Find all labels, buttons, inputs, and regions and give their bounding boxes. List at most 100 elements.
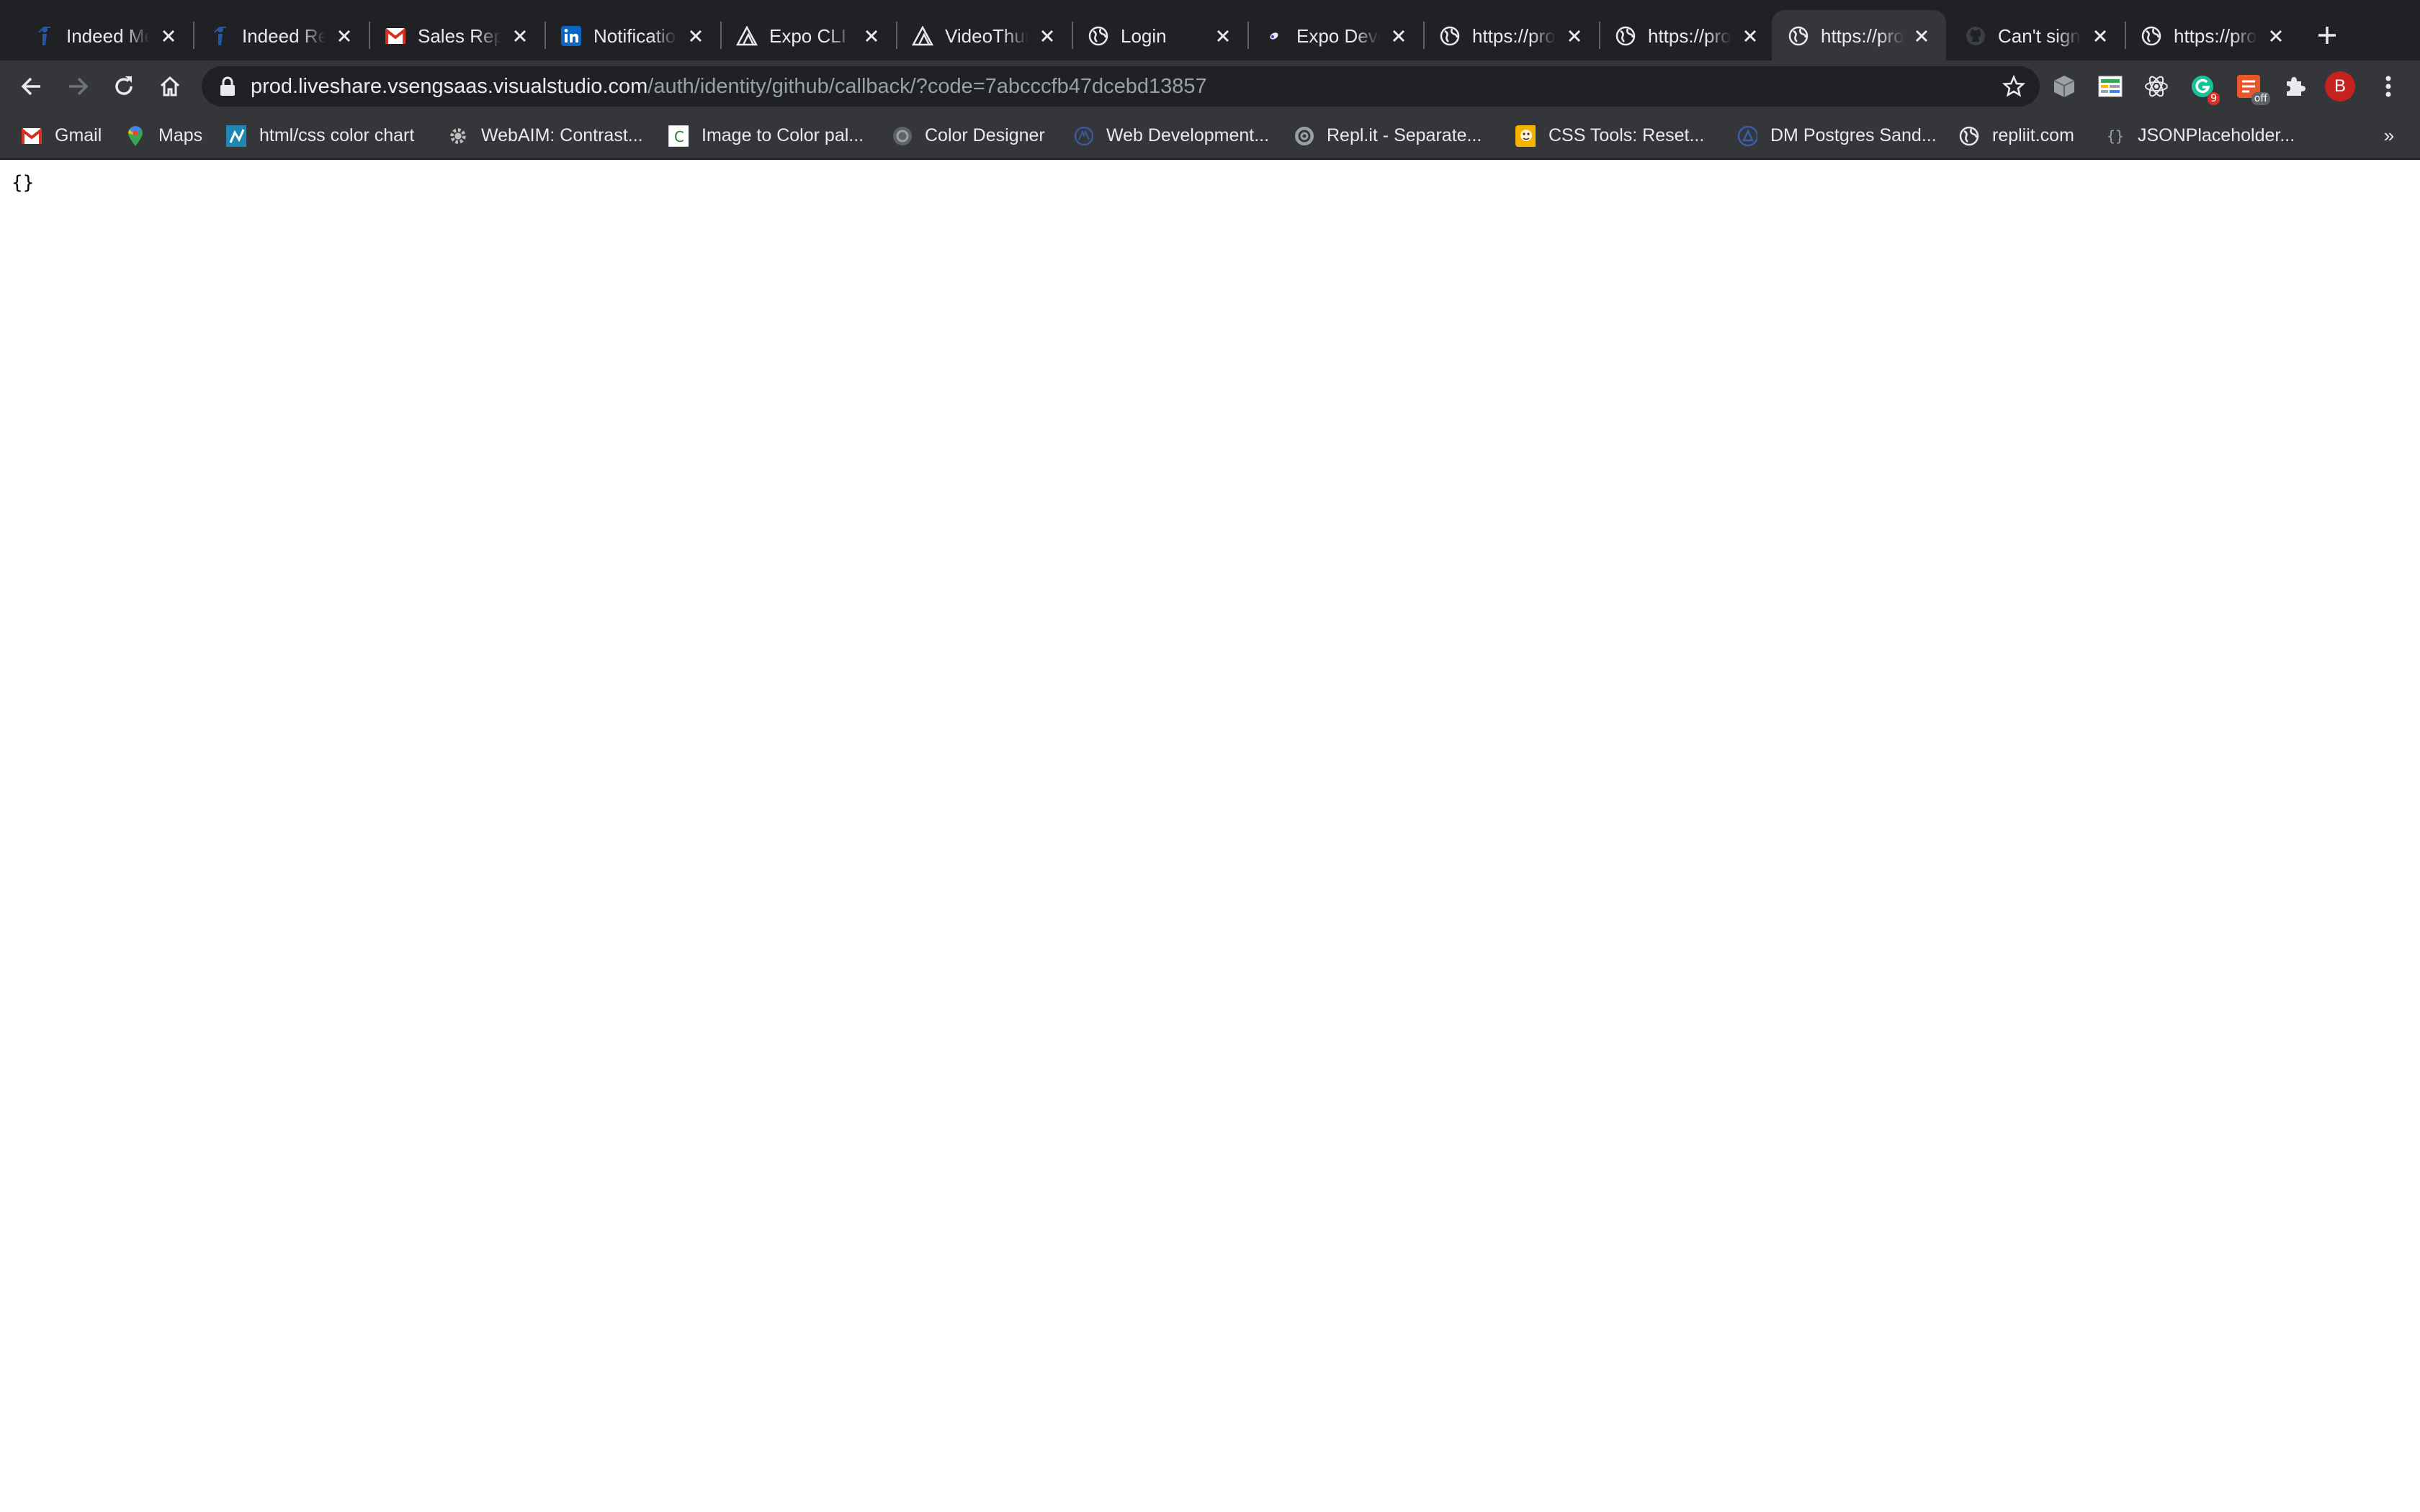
browser-toolbar: prod.liveshare.vsengsaas.visualstudio.co… [0, 60, 2420, 112]
globe-icon [2141, 25, 2162, 47]
tab-title: Login [1121, 24, 1204, 48]
close-icon[interactable] [333, 24, 356, 48]
bookmark-label: Web Development... [1106, 125, 1270, 145]
close-icon[interactable] [1739, 24, 1762, 48]
page-viewport: {} [0, 160, 2420, 1512]
globe-icon [1088, 25, 1109, 47]
tab-title: Notificatio [593, 24, 677, 48]
svg-text:C: C [674, 128, 684, 145]
bookmark-star-icon[interactable] [2002, 74, 2026, 98]
extension-off-badge: off [2251, 92, 2270, 105]
back-button[interactable] [14, 69, 49, 104]
palette-c-icon: C [668, 125, 689, 147]
bookmark-label: Repl.it - Separate... [1327, 125, 1482, 145]
json-response-text: {} [12, 172, 35, 194]
tab-https-1[interactable]: https://pro [1423, 10, 1599, 60]
webaim-gear-icon [448, 126, 468, 146]
tab-linkedin-notifications[interactable]: Notificatio [544, 10, 720, 60]
close-icon[interactable] [2264, 24, 2287, 48]
expo-icon [736, 25, 758, 47]
new-tab-button[interactable] [2312, 20, 2342, 50]
css-tools-icon [1515, 125, 1536, 147]
home-button[interactable] [153, 69, 187, 104]
tab-https-3[interactable]: https://pro [2125, 10, 2300, 60]
bookmark-label: Gmail [55, 125, 102, 145]
tab-login[interactable]: Login [1072, 10, 1247, 60]
tab-cant-sign-in[interactable]: Can't sign [1949, 10, 2125, 60]
profile-avatar[interactable]: B [2325, 71, 2355, 102]
maps-pin-icon [125, 126, 145, 146]
url-text[interactable]: prod.liveshare.vsengsaas.visualstudio.co… [251, 66, 1207, 107]
url-host: prod.liveshare.vsengsaas.visualstudio.co… [251, 75, 648, 98]
tab-videothumbnails[interactable]: VideoThur [896, 10, 1072, 60]
close-icon[interactable] [684, 24, 707, 48]
close-icon[interactable] [508, 24, 532, 48]
more-options-menu-icon[interactable] [2375, 71, 2401, 102]
bookmark-label: Color Designer [925, 125, 1045, 145]
home-icon [160, 76, 180, 96]
bookmark-label: DM Postgres Sand... [1770, 125, 1937, 145]
close-icon[interactable] [1036, 24, 1059, 48]
expo-dot-icon [1263, 25, 1285, 47]
indeed-icon [33, 25, 55, 47]
reload-button[interactable] [107, 69, 141, 104]
close-icon[interactable] [860, 24, 883, 48]
arrow-right-icon [69, 77, 89, 96]
bookmark-label: WebAIM: Contrast... [481, 125, 643, 145]
globe-icon [1615, 25, 1636, 47]
address-bar[interactable]: prod.liveshare.vsengsaas.visualstudio.co… [202, 66, 2040, 107]
expo-icon [912, 25, 933, 47]
puzzle-extensions-icon[interactable] [2280, 72, 2309, 101]
bookmark-label: Image to Color pal... [702, 125, 864, 145]
tab-sales-rep[interactable]: Sales Rep [369, 10, 544, 60]
close-icon[interactable] [1387, 24, 1410, 48]
cube-extension-icon[interactable] [2050, 72, 2079, 101]
replit-icon [1294, 126, 1314, 146]
forward-button[interactable] [60, 69, 95, 104]
bookmarks-bar: Gmail Maps html/css color chart WebAIM: … [0, 112, 2420, 160]
globe-icon [1788, 25, 1809, 47]
tab-title: VideoThur [945, 24, 1028, 48]
close-icon[interactable] [2089, 24, 2112, 48]
grammarly-icon[interactable]: 9 [2188, 72, 2220, 105]
tab-title: Sales Rep [418, 24, 501, 48]
globe-icon [1959, 126, 1979, 146]
lock-icon[interactable] [219, 76, 236, 96]
bookmark-label: Maps [158, 125, 203, 145]
sheets-extension-icon[interactable] [2096, 72, 2125, 101]
tab-title: Can't sign [1998, 24, 2081, 48]
shield-off-extension-icon[interactable]: off [2234, 72, 2270, 105]
postgres-icon [1737, 125, 1757, 147]
svg-text:{}: {} [2107, 127, 2124, 145]
tab-https-2[interactable]: https://pro [1599, 10, 1775, 60]
bookmark-label: CSS Tools: Reset... [1549, 125, 1705, 145]
tab-title: https://pro [2174, 24, 2257, 48]
react-devtools-icon[interactable] [2142, 72, 2171, 101]
arrow-left-icon [21, 77, 40, 96]
grammarly-badge: 9 [2208, 92, 2220, 105]
url-path: /auth/identity/github/callback/?code=7ab… [647, 75, 1207, 98]
tab-indeed-resume[interactable]: Indeed Re [193, 10, 369, 60]
plus-icon [2318, 27, 2336, 44]
globe-icon [1439, 25, 1461, 47]
color-designer-icon [892, 126, 912, 146]
tab-strip: Indeed Me Indeed Re Sales Rep Notificati… [0, 0, 2420, 60]
tab-indeed-messages[interactable]: Indeed Me [17, 10, 193, 60]
close-icon[interactable] [1563, 24, 1586, 48]
bookmark-label: repliit.com [1992, 125, 2074, 145]
linkedin-icon [560, 25, 582, 47]
tab-expo-cli[interactable]: Expo CLI - [720, 10, 896, 60]
tab-title: Expo Deve [1296, 24, 1380, 48]
tab-title: https://pro [1821, 24, 1904, 48]
tab-expo-dev[interactable]: Expo Deve [1247, 10, 1423, 60]
close-icon[interactable] [1211, 24, 1234, 48]
tab-https-active[interactable]: https://pro [1772, 10, 1946, 60]
tab-title: https://pro [1648, 24, 1731, 48]
gmail-icon [385, 25, 406, 47]
bookmark-label: html/css color chart [259, 125, 415, 145]
bookmarks-overflow-button[interactable]: » [2377, 122, 2401, 148]
close-icon[interactable] [157, 24, 180, 48]
close-icon[interactable] [1910, 24, 1933, 48]
jsonplaceholder-icon: {} [2105, 126, 2125, 146]
github-icon [1965, 25, 1986, 47]
